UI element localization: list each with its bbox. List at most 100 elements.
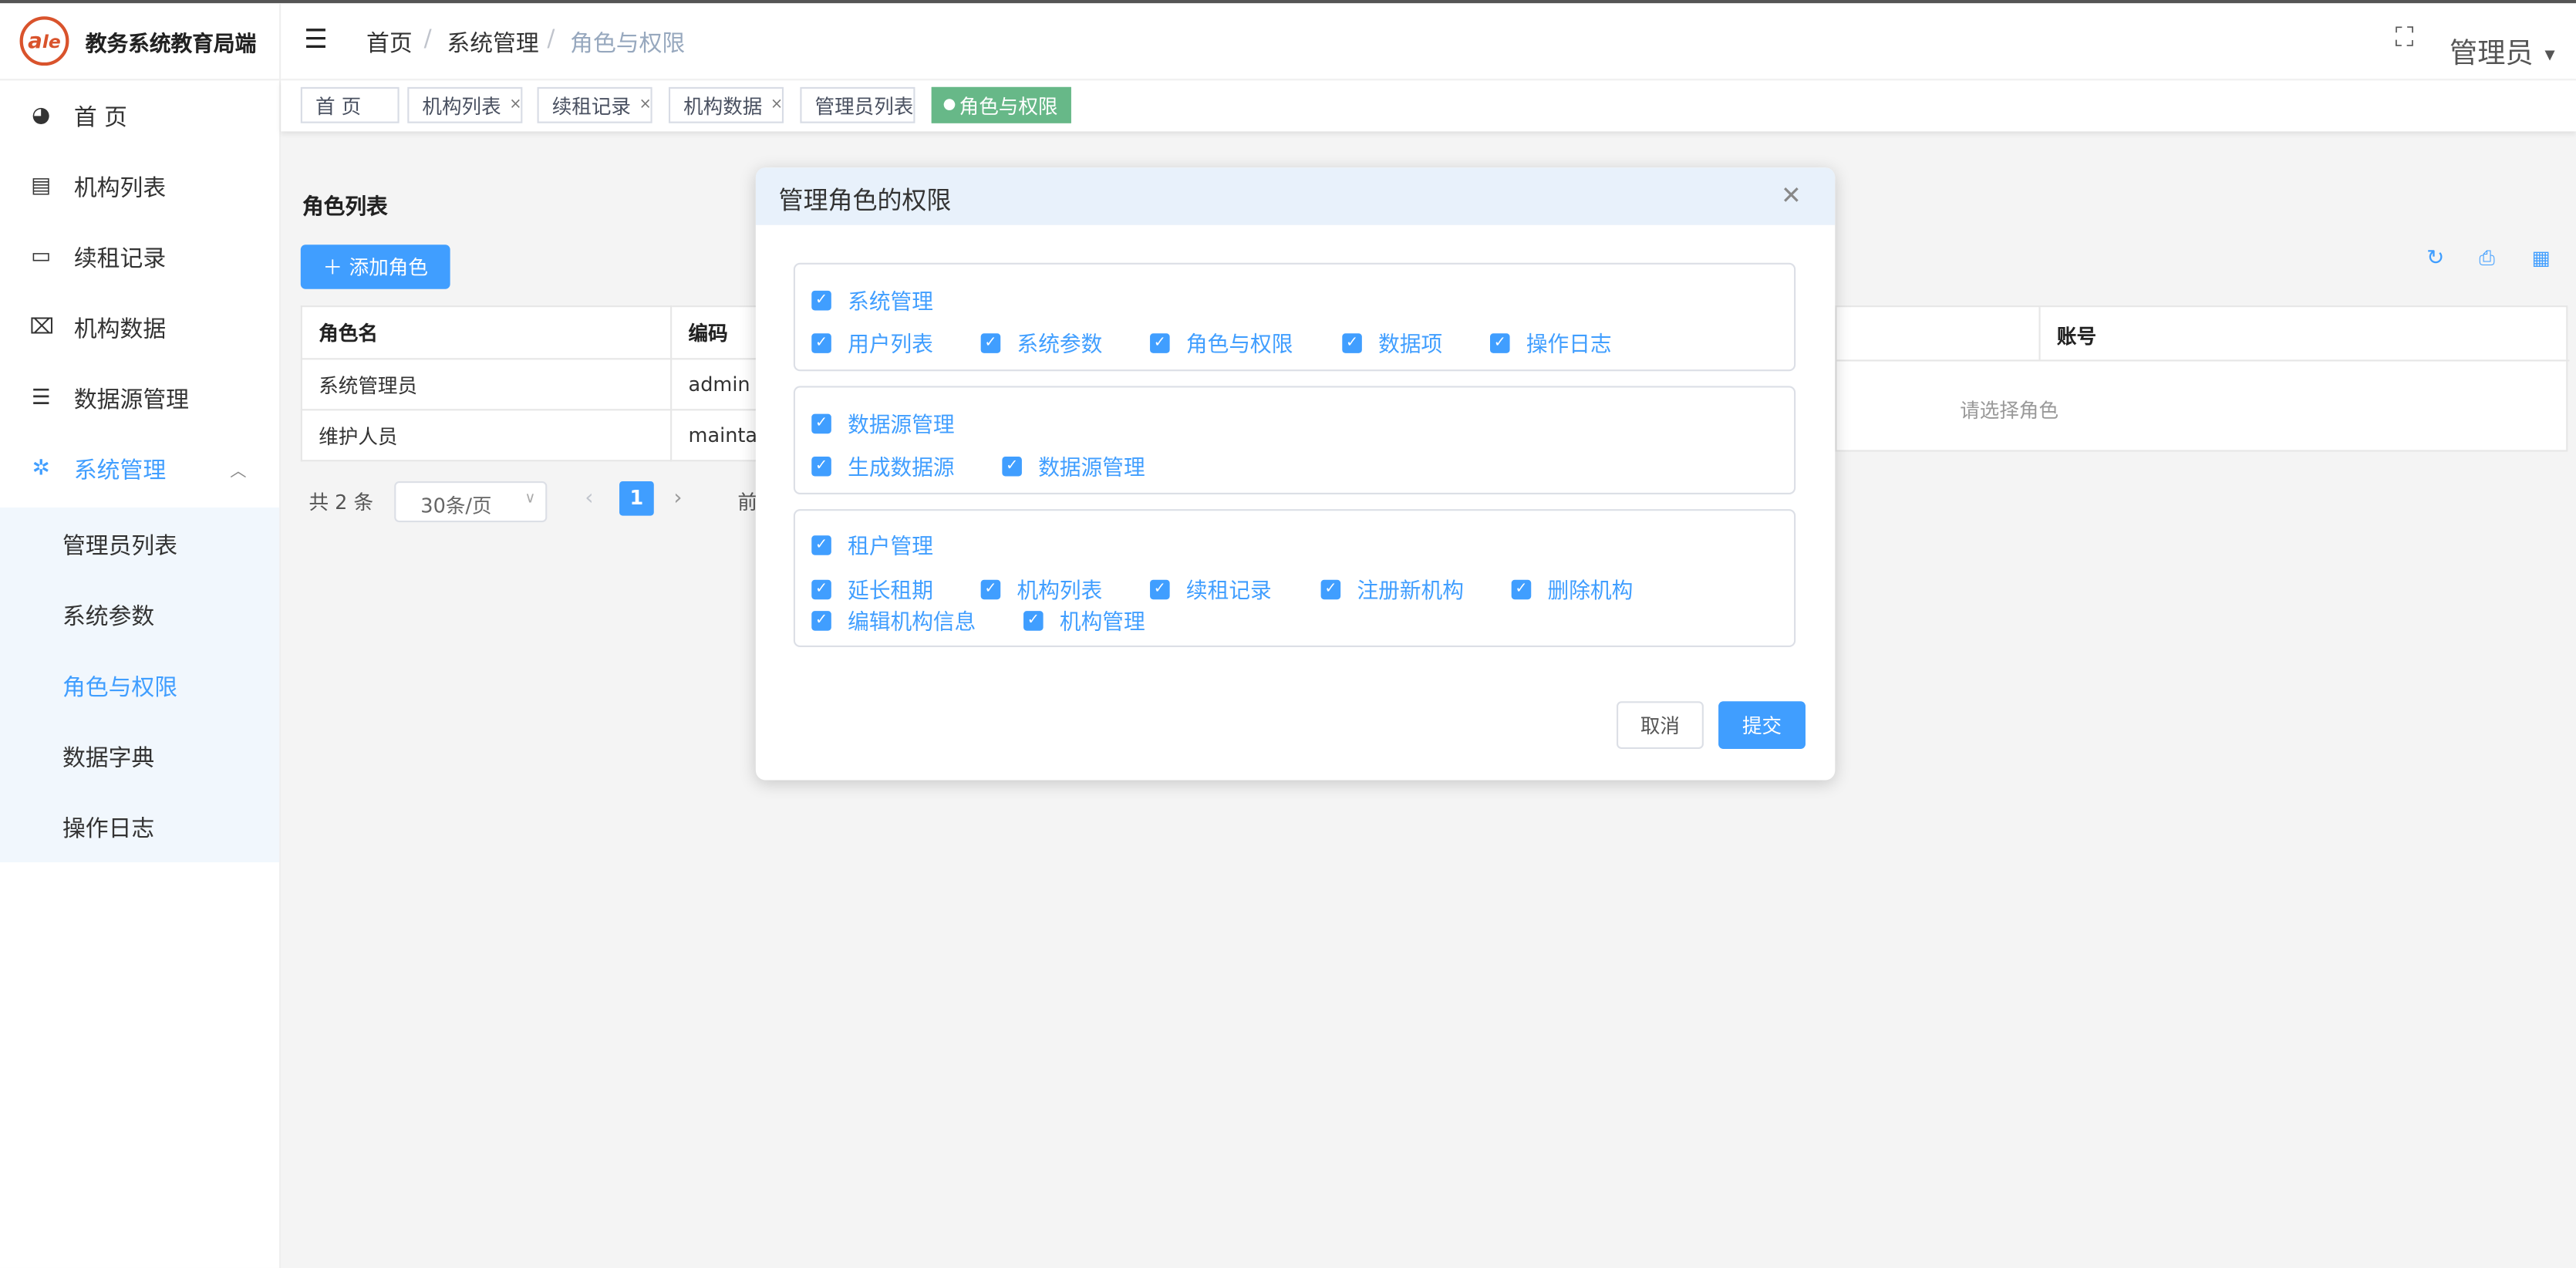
- caret-down-icon[interactable]: ▼: [2545, 48, 2555, 62]
- tag-renewals[interactable]: 续租记录×: [538, 87, 652, 123]
- submenu-item-dictionary[interactable]: 数据字典: [62, 740, 154, 774]
- sidebar-item-institutions[interactable]: ▤ 机构列表: [0, 151, 279, 222]
- checkbox-checked-icon: ✓: [811, 332, 831, 352]
- tag-label: 管理员列表: [815, 91, 914, 119]
- checkbox-data-items[interactable]: ✓数据项: [1342, 327, 1442, 358]
- close-icon[interactable]: ×: [770, 97, 783, 113]
- folder-check-icon: ▭: [29, 244, 52, 269]
- add-role-button[interactable]: ＋添加角色: [301, 244, 450, 288]
- refresh-icon[interactable]: ↻: [2426, 246, 2444, 271]
- permission-group-tenant: ✓租户管理 ✓延长租期 ✓机构列表 ✓续租记录 ✓注册新机构 ✓删除机构 ✓编辑…: [794, 509, 1795, 647]
- sidebar-item-datasource[interactable]: ☰数据源管理: [0, 363, 279, 434]
- checkbox-label: 延长租期: [848, 573, 933, 604]
- checkbox-datasource-manage[interactable]: ✓数据源管理: [1002, 450, 1145, 481]
- checkbox-checked-icon: ✓: [1150, 332, 1170, 352]
- close-icon[interactable]: ✕: [1781, 180, 1802, 210]
- checkbox-label: 数据源管理: [1038, 450, 1145, 481]
- tag-roles-active[interactable]: ●角色与权限: [932, 87, 1071, 123]
- app-root: ale 教务系统教育局端 ◕首 页 ▤机构列表 ▭续租记录 ⌧机构数据 ☰数据源…: [0, 0, 2576, 1268]
- active-dot-icon: ●: [943, 97, 956, 113]
- building-icon: ▤: [29, 174, 52, 199]
- sidebar-item-system[interactable]: ✲系统管理︿: [0, 433, 279, 504]
- presentation-chart-icon: ⌧: [29, 315, 52, 340]
- checkbox-checked-icon: ✓: [1023, 610, 1044, 630]
- pagination-jump-label: 前往: [737, 487, 757, 515]
- checkbox-checked-icon: ✓: [1342, 332, 1362, 352]
- sidebar-item-label: 机构列表: [74, 170, 166, 203]
- checkbox-generate-datasource[interactable]: ✓生成数据源: [811, 450, 954, 481]
- close-icon[interactable]: ×: [509, 97, 521, 113]
- checkbox-institution-management[interactable]: ✓机构管理: [1023, 605, 1145, 636]
- next-page-icon[interactable]: ›: [673, 486, 682, 511]
- page-size-select[interactable]: 30条/页∨: [394, 481, 547, 522]
- breadcrumb-current: 角色与权限: [570, 26, 685, 59]
- checkbox-label: 生成数据源: [848, 450, 954, 481]
- checkbox-tenant-management[interactable]: ✓租户管理: [811, 529, 933, 560]
- tag-institutions[interactable]: 机构列表 ×: [407, 87, 522, 123]
- sidebar: ale 教务系统教育局端 ◕首 页 ▤机构列表 ▭续租记录 ⌧机构数据 ☰数据源…: [0, 3, 281, 1268]
- breadcrumb-separator: /: [547, 26, 555, 52]
- app-title: 教务系统教育局端: [86, 25, 257, 56]
- cell-role-name: 系统管理员: [302, 359, 671, 410]
- table-row[interactable]: 系统管理员admin: [302, 359, 793, 410]
- page-1-button[interactable]: 1: [619, 481, 654, 516]
- checkbox-label: 角色与权限: [1186, 327, 1293, 358]
- checkbox-label: 机构列表: [1017, 573, 1103, 604]
- checkbox-system-params[interactable]: ✓系统参数: [981, 327, 1103, 358]
- dashboard-icon: ◕: [29, 103, 52, 128]
- page-size-value: 30条/页: [420, 494, 491, 518]
- table-row[interactable]: 维护人员maintain: [302, 410, 793, 460]
- checkbox-edit-institution[interactable]: ✓编辑机构信息: [811, 605, 976, 636]
- dialog-header: 管理角色的权限 ✕: [756, 167, 1835, 225]
- breadcrumb-system[interactable]: 系统管理: [447, 26, 538, 59]
- checkbox-label: 编辑机构信息: [848, 605, 976, 636]
- dialog-title: 管理角色的权限: [779, 182, 952, 217]
- sidebar-item-renewals[interactable]: ▭ 续租记录: [0, 221, 279, 292]
- checkbox-checked-icon: ✓: [811, 290, 831, 310]
- tag-home[interactable]: 首 页: [301, 87, 400, 123]
- submenu-item-params[interactable]: 系统参数: [62, 599, 154, 632]
- checkbox-roles-permissions[interactable]: ✓ 角色与权限: [1150, 327, 1293, 358]
- breadcrumb-home[interactable]: 首页: [366, 26, 413, 59]
- fullscreen-icon[interactable]: ⛶: [2396, 22, 2414, 55]
- roles-table: 角色名编码 系统管理员admin 维护人员maintain: [301, 305, 794, 461]
- add-role-label: 添加角色: [349, 253, 428, 281]
- cancel-button[interactable]: 取消: [1617, 701, 1704, 749]
- sidebar-item-institution-data[interactable]: ⌧机构数据: [0, 292, 279, 363]
- sidebar-item-label: 续租记录: [74, 241, 166, 274]
- permission-group-datasource: ✓数据源管理 ✓生成数据源 ✓数据源管理: [794, 386, 1795, 494]
- tags-view: 首 页 机构列表 × 续租记录× 机构数据× 管理员列表 ●角色与权限: [281, 79, 2576, 131]
- checkbox-extend-lease[interactable]: ✓ 延长租期: [811, 573, 933, 604]
- checkbox-label: 用户列表: [848, 327, 933, 358]
- database-icon: ☰: [29, 386, 52, 410]
- checkbox-register-institution[interactable]: ✓注册新机构: [1321, 573, 1464, 604]
- tag-label: 机构列表: [422, 91, 501, 119]
- checkbox-operation-logs[interactable]: ✓操作日志: [1490, 327, 1612, 358]
- breadcrumb-separator: /: [424, 26, 432, 52]
- column-header-role-name: 角色名: [302, 306, 671, 359]
- menu-toggle-icon[interactable]: ☰: [304, 23, 328, 54]
- tag-admins[interactable]: 管理员列表: [800, 87, 915, 123]
- checkbox-datasource-management[interactable]: ✓数据源管理: [811, 407, 954, 438]
- print-icon[interactable]: ⎙: [2479, 246, 2494, 271]
- sidebar-item-home[interactable]: ◕首 页: [0, 80, 279, 151]
- close-icon[interactable]: ×: [639, 97, 652, 113]
- checkbox-user-list[interactable]: ✓ 用户列表: [811, 327, 933, 358]
- submenu-item-roles[interactable]: 角色与权限: [62, 670, 177, 703]
- prev-page-icon[interactable]: ‹: [585, 486, 593, 511]
- checkbox-label: 系统管理: [848, 284, 933, 315]
- checkbox-renewal-records[interactable]: ✓续租记录: [1150, 573, 1272, 604]
- tag-label: 首 页: [315, 91, 361, 119]
- user-menu[interactable]: 管理员: [2450, 29, 2534, 70]
- columns-grid-icon[interactable]: ▦: [2531, 246, 2550, 269]
- checkbox-delete-institution[interactable]: ✓删除机构: [1512, 573, 1634, 604]
- tag-institution-data[interactable]: 机构数据×: [669, 87, 784, 123]
- submenu-item-logs[interactable]: 操作日志: [62, 811, 154, 845]
- checkbox-checked-icon: ✓: [1150, 579, 1170, 599]
- checkbox-system-management[interactable]: ✓ 系统管理: [811, 284, 933, 315]
- submenu-item-admins[interactable]: 管理员列表: [62, 529, 177, 562]
- checkbox-label: 删除机构: [1548, 573, 1634, 604]
- checkbox-institution-list[interactable]: ✓机构列表: [981, 573, 1103, 604]
- submit-button[interactable]: 提交: [1718, 701, 1806, 749]
- checkbox-checked-icon: ✓: [811, 579, 831, 599]
